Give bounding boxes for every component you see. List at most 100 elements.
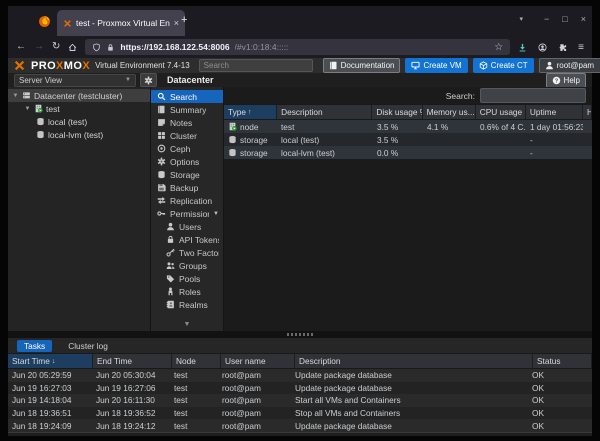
minimize-button[interactable]: −	[544, 14, 549, 24]
documentation-button[interactable]: Documentation	[323, 58, 401, 73]
help-button[interactable]: ? Help	[546, 73, 586, 88]
task-row[interactable]: Jun 19 14:18:04Jun 20 16:11:30testroot@p…	[8, 394, 592, 407]
panel-splitter[interactable]	[8, 331, 592, 338]
tree-item-label: Datacenter (testcluster)	[34, 91, 122, 101]
bookmark-star-icon[interactable]: ☆	[494, 42, 503, 53]
task-row[interactable]: Jun 18 19:36:51Jun 18 19:36:52testroot@p…	[8, 407, 592, 420]
expand-caret-icon[interactable]: ▼	[24, 106, 31, 112]
nav-item-permissions[interactable]: Permissions▼	[151, 207, 223, 220]
column-header-memory-us[interactable]: Memory us...	[423, 105, 476, 119]
user-menu-button[interactable]: root@pam ▼	[539, 58, 600, 73]
task-cell: OK	[528, 382, 592, 395]
home-icon[interactable]	[68, 43, 77, 52]
column-header-label: Description	[281, 107, 323, 117]
tab-close-icon[interactable]: ×	[174, 18, 179, 28]
column-header-description[interactable]: Description	[277, 105, 372, 119]
column-header-host-cpu-u[interactable]: Host CPU u...	[583, 105, 592, 119]
reload-button[interactable]: ↻	[52, 42, 60, 52]
task-cell: Stop all VMs and Containers	[291, 407, 528, 420]
resource-cell-cpu	[476, 133, 526, 146]
download-icon[interactable]	[518, 43, 527, 52]
lock-icon[interactable]	[106, 43, 115, 52]
tree-item-local-test[interactable]: local (test)	[8, 115, 150, 128]
account-icon[interactable]	[538, 43, 547, 52]
nav-item-label: Storage	[170, 170, 200, 180]
nav-item-label: Backup	[170, 183, 198, 193]
list-all-tabs-icon[interactable]: ▾	[520, 15, 524, 23]
task-row[interactable]: Jun 18 19:24:09Jun 18 19:24:12testroot@p…	[8, 419, 592, 432]
column-header-type[interactable]: Type↑	[224, 105, 277, 119]
nav-item-users[interactable]: Users	[151, 220, 223, 233]
nav-item-cluster[interactable]: Cluster	[151, 129, 223, 142]
forward-button[interactable]: →	[34, 42, 44, 52]
view-selector[interactable]: Server View ▼	[14, 74, 136, 87]
task-cell: Jun 19 16:27:03	[8, 382, 92, 395]
create-vm-label: Create VM	[423, 61, 461, 70]
nav-item-ceph[interactable]: Ceph	[151, 142, 223, 155]
nav-item-pools[interactable]: Pools	[151, 272, 223, 285]
question-icon: ?	[552, 76, 561, 85]
nav-item-replication[interactable]: Replication	[151, 194, 223, 207]
global-search-input[interactable]	[199, 59, 313, 72]
nav-item-notes[interactable]: Notes	[151, 116, 223, 129]
create-ct-button[interactable]: Create CT	[473, 58, 534, 73]
browser-tab[interactable]: test - Proxmox Virtual Env ×	[57, 10, 185, 36]
task-column-header-start-time[interactable]: Start Time↓	[8, 354, 93, 368]
toolbar-icons: ≡	[518, 42, 584, 53]
nav-item-options[interactable]: Options	[151, 155, 223, 168]
nav-item-api-tokens[interactable]: API Tokens	[151, 233, 223, 246]
task-column-header-user-name[interactable]: User name	[221, 354, 295, 368]
url-bar[interactable]: https://192.168.122.54:8006 /#v1:0:18:4:…	[85, 39, 510, 55]
resource-row-local-test[interactable]: storagelocal (test)3.5 %-	[224, 133, 592, 146]
nav-item-two-factor[interactable]: Two Factor	[151, 246, 223, 259]
extensions-icon[interactable]	[558, 43, 567, 52]
tree-item-local-lvm-test[interactable]: local-lvm (test)	[8, 128, 150, 141]
menu-icon[interactable]: ≡	[578, 42, 584, 53]
resource-row-test[interactable]: nodetest3.5 %4.1 %0.6% of 4 C...1 day 01…	[224, 120, 592, 133]
shield-icon[interactable]	[92, 43, 101, 52]
task-row[interactable]: Jun 19 16:27:03Jun 19 16:27:06testroot@p…	[8, 382, 592, 395]
back-button[interactable]: ←	[16, 42, 26, 52]
task-column-header-node[interactable]: Node	[172, 354, 221, 368]
tree-item-datacenter-testcluster[interactable]: ▼ Datacenter (testcluster)	[8, 89, 150, 102]
task-cell: Jun 18 19:24:09	[8, 419, 92, 432]
task-column-header-end-time[interactable]: End Time	[93, 354, 172, 368]
splitter-handle-icon[interactable]	[287, 333, 313, 336]
column-header-cpu-usage[interactable]: CPU usage	[476, 105, 526, 119]
storage-icon	[157, 170, 166, 179]
nav-item-realms[interactable]: Realms	[151, 298, 223, 311]
nav-item-label: Realms	[179, 300, 208, 310]
nav-item-roles[interactable]: Roles	[151, 285, 223, 298]
expand-caret-icon[interactable]: ▼	[12, 93, 19, 99]
create-vm-button[interactable]: Create VM	[405, 58, 467, 73]
task-column-header-status[interactable]: Status	[533, 354, 592, 368]
resource-search-input[interactable]	[480, 88, 586, 103]
logo-seg: PRO	[31, 60, 56, 72]
nav-scroll-down-icon[interactable]: ▼	[151, 321, 223, 331]
nav-item-summary[interactable]: Summary	[151, 103, 223, 116]
maximize-button[interactable]: □	[562, 14, 567, 24]
tab-tasks[interactable]: Tasks	[17, 340, 52, 352]
tab-cluster-log[interactable]: Cluster log	[61, 340, 115, 352]
column-header-label: Type	[228, 107, 246, 117]
nav-item-backup[interactable]: Backup	[151, 181, 223, 194]
task-column-header-description[interactable]: Description	[295, 354, 533, 368]
resource-row-local-lvm-test[interactable]: storagelocal-lvm (test)0.0 %-	[224, 146, 592, 159]
tree-item-test[interactable]: ▼test	[8, 102, 150, 115]
task-cell: root@pam	[218, 407, 291, 420]
nav-item-search[interactable]: Search	[151, 90, 223, 103]
column-header-disk-usage[interactable]: Disk usage %	[372, 105, 422, 119]
nav-item-storage[interactable]: Storage	[151, 168, 223, 181]
two-factor-icon	[166, 248, 175, 257]
notes-icon	[157, 118, 166, 127]
nav-item-groups[interactable]: Groups	[151, 259, 223, 272]
task-cell: OK	[528, 369, 592, 382]
window-close-button[interactable]: ×	[581, 14, 586, 24]
task-row[interactable]: Jun 20 05:29:59Jun 20 05:30:04testroot@p…	[8, 369, 592, 382]
search-icon	[157, 92, 166, 101]
resource-cell-description: test	[277, 120, 373, 133]
nav-item-label: Cluster	[170, 131, 197, 141]
new-tab-button[interactable]: +	[181, 14, 187, 26]
tree-settings-button[interactable]	[140, 73, 157, 87]
column-header-uptime[interactable]: Uptime	[526, 105, 583, 119]
